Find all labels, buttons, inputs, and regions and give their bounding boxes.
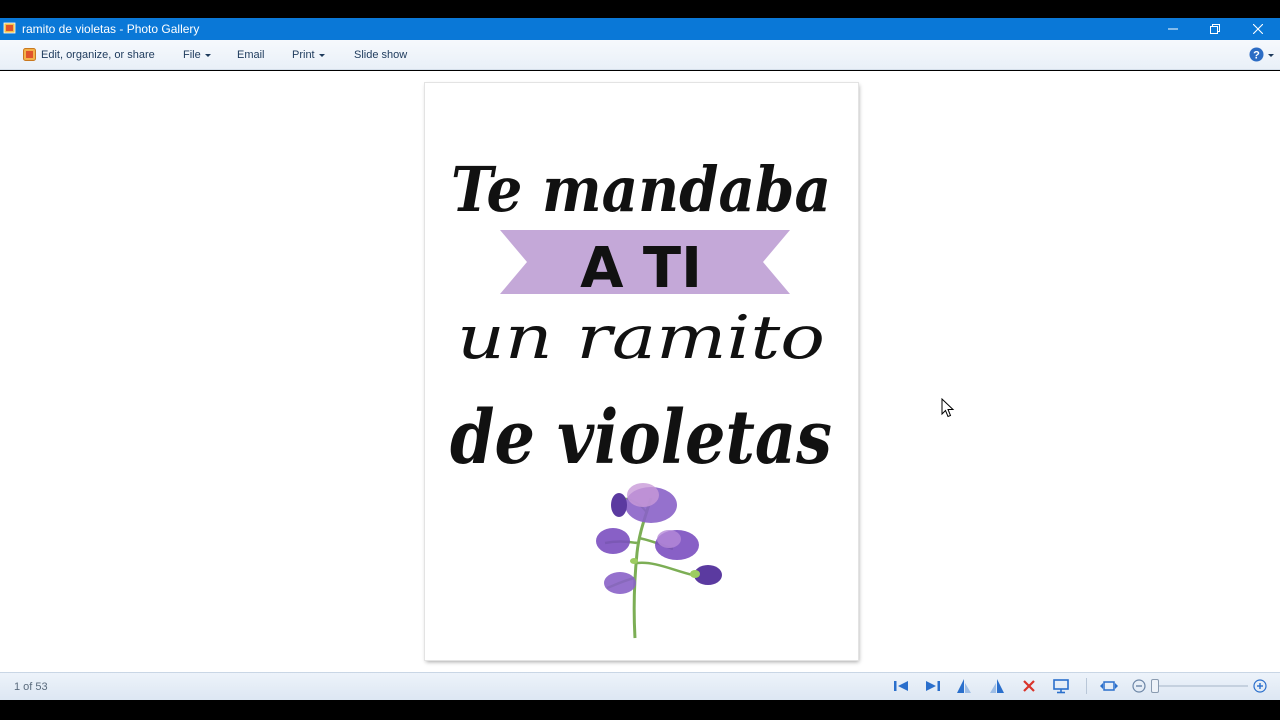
toolbar-divider [1086, 678, 1087, 694]
help-chevron-down-icon[interactable] [1268, 54, 1274, 57]
restore-icon [1210, 24, 1220, 34]
next-button[interactable] [924, 677, 942, 695]
previous-button[interactable] [892, 677, 910, 695]
svg-text:?: ? [1253, 50, 1260, 62]
menu-print-label: Print [292, 49, 315, 61]
delete-button[interactable] [1020, 677, 1038, 695]
rotate-right-button[interactable] [988, 677, 1006, 695]
chevron-down-icon [204, 53, 211, 57]
zoom-in-icon [1253, 679, 1267, 693]
zoom-slider-thumb[interactable] [1151, 679, 1159, 693]
zoom-slider-track[interactable] [1158, 685, 1248, 687]
photo-image: Te mandaba A TI un ramito de violetas [425, 83, 858, 660]
next-icon [926, 681, 940, 691]
menu-file-label: File [183, 49, 201, 61]
rotate-right-icon [990, 679, 1004, 693]
rotate-left-button[interactable] [955, 677, 973, 695]
slideshow-icon [1053, 679, 1069, 694]
zoom-in-button[interactable] [1251, 677, 1269, 695]
zoom-out-icon [1132, 679, 1146, 693]
screen-bottom-border [0, 700, 1280, 720]
fit-icon [1100, 681, 1118, 691]
help-icon[interactable]: ? [1249, 47, 1264, 62]
photo-line-de-violetas: de violetas [450, 395, 832, 481]
menu-print[interactable]: Print [292, 49, 325, 61]
photo-gallery-app-icon [3, 22, 16, 34]
edit-icon [23, 48, 36, 61]
delete-icon [1023, 680, 1035, 692]
violet-flower-icon [596, 483, 722, 639]
mouse-cursor [941, 398, 955, 418]
menu-slide-show[interactable]: Slide show [354, 49, 407, 61]
window-title: ramito de violetas - Photo Gallery [22, 22, 200, 36]
photo-banner-text: A TI [580, 236, 702, 301]
fit-button[interactable] [1100, 677, 1118, 695]
status-bar: 1 of 53 [0, 672, 1280, 700]
screen-top-border [0, 0, 1280, 18]
rotate-left-icon [957, 679, 971, 693]
photo-counter: 1 of 53 [14, 681, 48, 693]
minimize-icon [1168, 28, 1178, 30]
slideshow-button[interactable] [1052, 677, 1070, 695]
chevron-down-icon [318, 53, 325, 57]
menu-file[interactable]: File [183, 49, 211, 61]
photo-line-te-mandaba: Te mandaba [451, 153, 831, 226]
restore-button[interactable] [1194, 18, 1236, 40]
close-button[interactable] [1237, 18, 1279, 40]
photo-line-un-ramito: un ramito [457, 303, 825, 373]
menu-email[interactable]: Email [237, 49, 265, 61]
close-icon [1253, 24, 1263, 34]
menu-edit-organize-share[interactable]: Edit, organize, or share [41, 49, 155, 61]
previous-icon [894, 681, 908, 691]
zoom-out-button[interactable] [1130, 677, 1148, 695]
title-bar: ramito de violetas - Photo Gallery [0, 18, 1280, 40]
minimize-button[interactable] [1152, 18, 1194, 40]
